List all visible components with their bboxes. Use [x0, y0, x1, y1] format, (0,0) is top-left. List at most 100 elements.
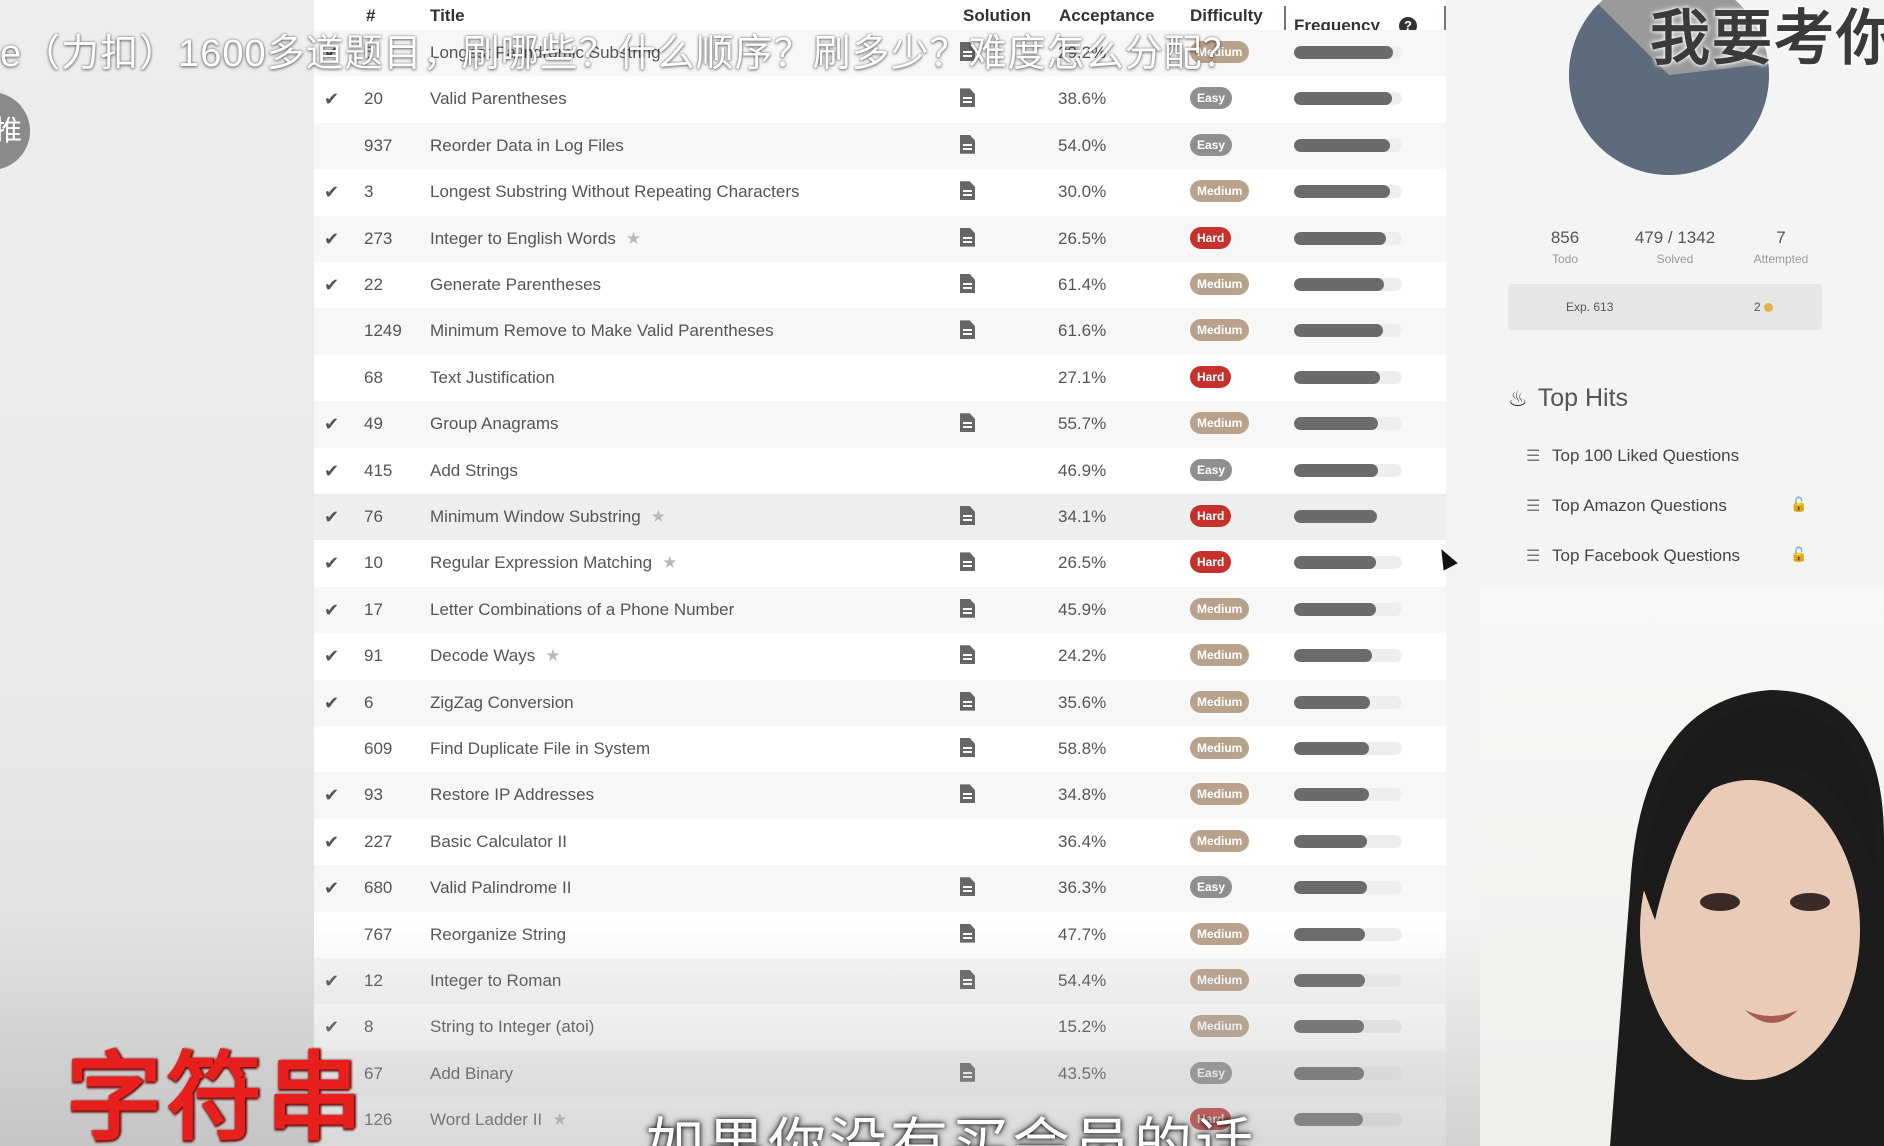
table-row[interactable]: ✔ 22 Generate Parentheses 61.4% Medium	[314, 262, 1446, 308]
problem-title-text[interactable]: Generate Parentheses	[430, 275, 601, 294]
problem-title-link[interactable]: Reorder Data in Log Files	[430, 136, 624, 156]
problem-title-text[interactable]: Minimum Remove to Make Valid Parentheses	[430, 321, 774, 340]
problem-title-text[interactable]: Basic Calculator II	[430, 832, 567, 851]
solution-doc-icon[interactable]	[960, 88, 976, 108]
problem-title-text[interactable]: ZigZag Conversion	[430, 693, 574, 712]
solution-doc-icon[interactable]	[960, 645, 976, 665]
solution-doc-icon[interactable]	[960, 1062, 976, 1083]
problem-title-text[interactable]: Add Strings	[430, 461, 518, 480]
solved-check-icon: ✔	[324, 831, 340, 852]
list-icon: ☰	[1526, 448, 1541, 465]
table-row[interactable]: 767 Reorganize String 47.7% Medium	[314, 912, 1446, 958]
top-hits-item[interactable]: ☰ Top Facebook Questions 🔓	[1526, 546, 1807, 566]
table-row[interactable]: ✔ 680 Valid Palindrome II 36.3% Easy	[314, 865, 1446, 912]
table-row[interactable]: ✔ 17 Letter Combinations of a Phone Number…	[314, 586, 1446, 634]
solution-doc-icon[interactable]	[960, 691, 976, 712]
problem-number: 76	[364, 507, 383, 526]
table-row[interactable]: ✔ 10 Regular Expression Matching ★ 26.5% Hard	[314, 540, 1446, 586]
problem-title-text[interactable]: Regular Expression Matching	[430, 553, 652, 572]
problem-title-text[interactable]: Valid Palindrome II	[430, 878, 571, 897]
top-hits-item[interactable]: ☰ Top Amazon Questions 🔓	[1526, 496, 1807, 516]
problem-title-text[interactable]: String to Integer (atoi)	[430, 1017, 594, 1036]
frequency-bar-fill	[1294, 974, 1366, 987]
table-row[interactable]: ✔ 76 Minimum Window Substring ★ 34.1% Hard	[314, 494, 1446, 541]
problem-title-link[interactable]: Find Duplicate File in System	[430, 739, 650, 759]
problem-title-link[interactable]: ZigZag Conversion	[430, 693, 574, 713]
problem-title-link[interactable]: Integer to English Words ★	[430, 229, 641, 249]
frequency-bar	[1294, 1020, 1402, 1034]
problem-title-link[interactable]: Add Binary	[430, 1064, 513, 1084]
acceptance-rate: 46.9%	[1058, 460, 1107, 480]
problem-title-link[interactable]: Minimum Window Substring ★	[430, 507, 666, 527]
table-row[interactable]: 609 Find Duplicate File in System 58.8% Med…	[314, 726, 1446, 772]
problem-title-link[interactable]: Word Ladder II ★	[430, 1110, 567, 1130]
top-hits-item-label[interactable]: Top Facebook Questions	[1552, 546, 1740, 565]
table-row[interactable]: ✔ 273 Integer to English Words ★ 26.5% Hard	[314, 215, 1446, 262]
problem-title-link[interactable]: Basic Calculator II	[430, 832, 567, 852]
solution-doc-icon[interactable]	[960, 274, 976, 294]
problem-title-link[interactable]: Regular Expression Matching ★	[430, 553, 677, 573]
problem-title-link[interactable]: Integer to Roman	[430, 971, 561, 991]
problem-title-link[interactable]: Letter Combinations of a Phone Number	[430, 600, 734, 620]
problem-title-text[interactable]: Find Duplicate File in System	[430, 739, 650, 758]
solution-doc-icon[interactable]	[960, 506, 976, 526]
problem-title-text[interactable]: Add Binary	[430, 1064, 513, 1083]
problem-title-text[interactable]: Group Anagrams	[430, 414, 559, 433]
problem-title-link[interactable]: Add Strings	[430, 461, 518, 481]
problem-title-text[interactable]: Minimum Window Substring	[430, 507, 641, 526]
table-row[interactable]: 1249 Minimum Remove to Make Valid Parenth…	[314, 308, 1446, 355]
problem-title-text[interactable]: Restore IP Addresses	[430, 785, 594, 804]
problem-title-link[interactable]: Reorganize String	[430, 925, 566, 945]
solution-doc-icon[interactable]	[960, 923, 976, 944]
problem-title-link[interactable]: String to Integer (atoi)	[430, 1017, 594, 1037]
problem-title-link[interactable]: Decode Ways ★	[430, 646, 560, 666]
problem-title-text[interactable]: Decode Ways	[430, 646, 535, 665]
problem-title-text[interactable]: Reorganize String	[430, 925, 566, 944]
solution-doc-icon[interactable]	[960, 320, 976, 340]
table-row[interactable]: 67 Add Binary 43.5% Easy	[314, 1050, 1446, 1098]
stat-attempted: 7 Attempted	[1726, 228, 1836, 266]
solution-doc-icon[interactable]	[960, 877, 976, 897]
solution-doc-icon[interactable]	[960, 134, 976, 155]
solution-doc-icon[interactable]	[960, 552, 976, 572]
experience-box: Exp. 613 2	[1508, 284, 1822, 330]
problem-title-link[interactable]: Generate Parentheses	[430, 275, 601, 295]
table-row[interactable]: ✔ 12 Integer to Roman 54.4% Medium	[314, 958, 1446, 1005]
table-row[interactable]: 68 Text Justification 27.1% Hard	[314, 355, 1446, 401]
problem-title-link[interactable]: Minimum Remove to Make Valid Parentheses	[430, 321, 774, 341]
table-row[interactable]: ✔ 227 Basic Calculator II 36.4% Medium	[314, 819, 1446, 865]
problem-title-text[interactable]: Letter Combinations of a Phone Number	[430, 600, 734, 619]
problem-title-text[interactable]: Reorder Data in Log Files	[430, 136, 624, 155]
problem-title-text[interactable]: Integer to Roman	[430, 971, 561, 990]
solution-doc-icon[interactable]	[960, 413, 976, 433]
problem-title-link[interactable]: Restore IP Addresses	[430, 785, 594, 805]
problem-title-link[interactable]: Valid Palindrome II	[430, 878, 571, 898]
solution-doc-icon[interactable]	[960, 738, 976, 758]
top-hits-item-label[interactable]: Top 100 Liked Questions	[1552, 446, 1739, 465]
problem-title-text[interactable]: Text Justification	[430, 368, 555, 387]
table-row[interactable]: ✔ 91 Decode Ways ★ 24.2% Medium	[314, 633, 1446, 679]
table-row[interactable]: ✔ 415 Add Strings 46.9% Easy	[314, 448, 1446, 494]
problem-title-text[interactable]: Integer to English Words	[430, 229, 616, 248]
solution-doc-icon[interactable]	[960, 970, 976, 990]
table-row[interactable]: ✔ 49 Group Anagrams 55.7% Medium	[314, 401, 1446, 448]
problem-title-link[interactable]: Text Justification	[430, 368, 555, 388]
problem-title-text[interactable]: Word Ladder II	[430, 1110, 542, 1129]
solution-doc-icon[interactable]	[960, 784, 976, 804]
problem-title-text[interactable]: Longest Substring Without Repeating Char…	[430, 182, 799, 201]
top-hits-item-label[interactable]: Top Amazon Questions	[1552, 496, 1727, 515]
problem-title-text[interactable]: Valid Parentheses	[430, 89, 567, 108]
problem-title-link[interactable]: Valid Parentheses	[430, 89, 567, 109]
solution-doc-icon[interactable]	[960, 598, 976, 619]
problem-title-link[interactable]: Longest Substring Without Repeating Char…	[430, 182, 799, 202]
table-row[interactable]: ✔ 3 Longest Substring Without Repeating Ch…	[314, 169, 1446, 215]
solution-doc-icon[interactable]	[960, 227, 976, 248]
table-row[interactable]: ✔ 20 Valid Parentheses 38.6% Easy	[314, 76, 1446, 122]
table-row[interactable]: 937 Reorder Data in Log Files 54.0% Easy	[314, 122, 1446, 170]
top-hits-item[interactable]: ☰ Top 100 Liked Questions	[1526, 446, 1739, 466]
table-row[interactable]: ✔ 8 String to Integer (atoi) 15.2% Medium	[314, 1004, 1446, 1050]
problem-title-link[interactable]: Group Anagrams	[430, 414, 559, 434]
table-row[interactable]: ✔ 93 Restore IP Addresses 34.8% Medium	[314, 772, 1446, 819]
solution-doc-icon[interactable]	[960, 181, 976, 201]
table-row[interactable]: ✔ 6 ZigZag Conversion 35.6% Medium	[314, 679, 1446, 726]
